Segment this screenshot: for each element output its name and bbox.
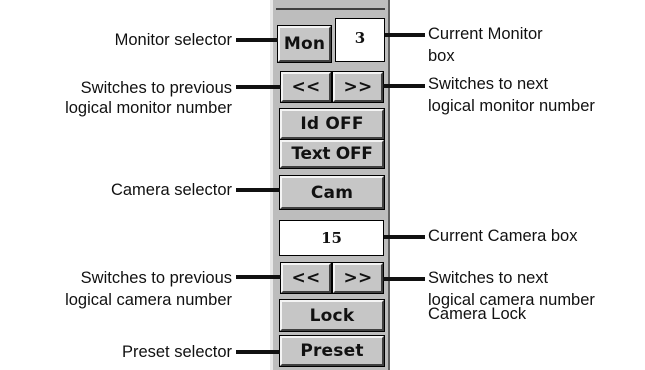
id-toggle-button[interactable]: Id OFF [279,108,385,140]
prev-camera-leader [236,275,281,279]
monitor-selector-label: Monitor selector [114,31,232,49]
prev-camera-label-line1: Switches to previous [80,269,232,287]
prev-camera-label-line2: logical camera number [65,291,232,309]
monitor-selector-button[interactable]: Mon [277,25,332,63]
next-camera-label-line1: Switches to next [428,269,549,287]
next-monitor-label-line2: logical monitor number [428,97,595,115]
next-monitor-button[interactable]: >> [332,71,384,103]
camera-selector-leader [236,188,280,192]
prev-monitor-label-line2: logical monitor number [65,99,232,117]
preset-selector-label: Preset selector [121,343,232,361]
current-monitor-label-line2: box [428,47,455,65]
prev-monitor-leader [236,85,281,89]
prev-monitor-label-line1: Switches to previous [80,79,232,97]
next-camera-leader [383,277,425,281]
next-camera-button[interactable]: >> [332,262,384,294]
camera-selector-button[interactable]: Cam [279,175,385,210]
current-camera-box: 15 [279,220,384,256]
current-monitor-leader [385,33,425,37]
preset-selector-leader [236,350,280,354]
panel-top-edge [276,0,385,10]
preset-selector-button[interactable]: Preset [279,335,385,367]
current-camera-label: Current Camera box [428,227,578,245]
current-monitor-label-line1: Current Monitor [428,25,543,43]
camera-lock-label: Camera Lock [428,305,527,323]
next-monitor-label-line1: Switches to next [428,75,549,93]
camera-selector-label: Camera selector [110,181,232,199]
prev-monitor-button[interactable]: << [280,71,332,103]
camera-lock-button[interactable]: Lock [279,299,385,332]
current-monitor-box: 3 [335,18,385,62]
current-camera-leader [384,235,425,239]
text-toggle-button[interactable]: Text OFF [279,139,385,169]
next-monitor-leader [383,84,425,88]
monitor-selector-leader [236,38,278,42]
prev-camera-button[interactable]: << [280,262,332,294]
